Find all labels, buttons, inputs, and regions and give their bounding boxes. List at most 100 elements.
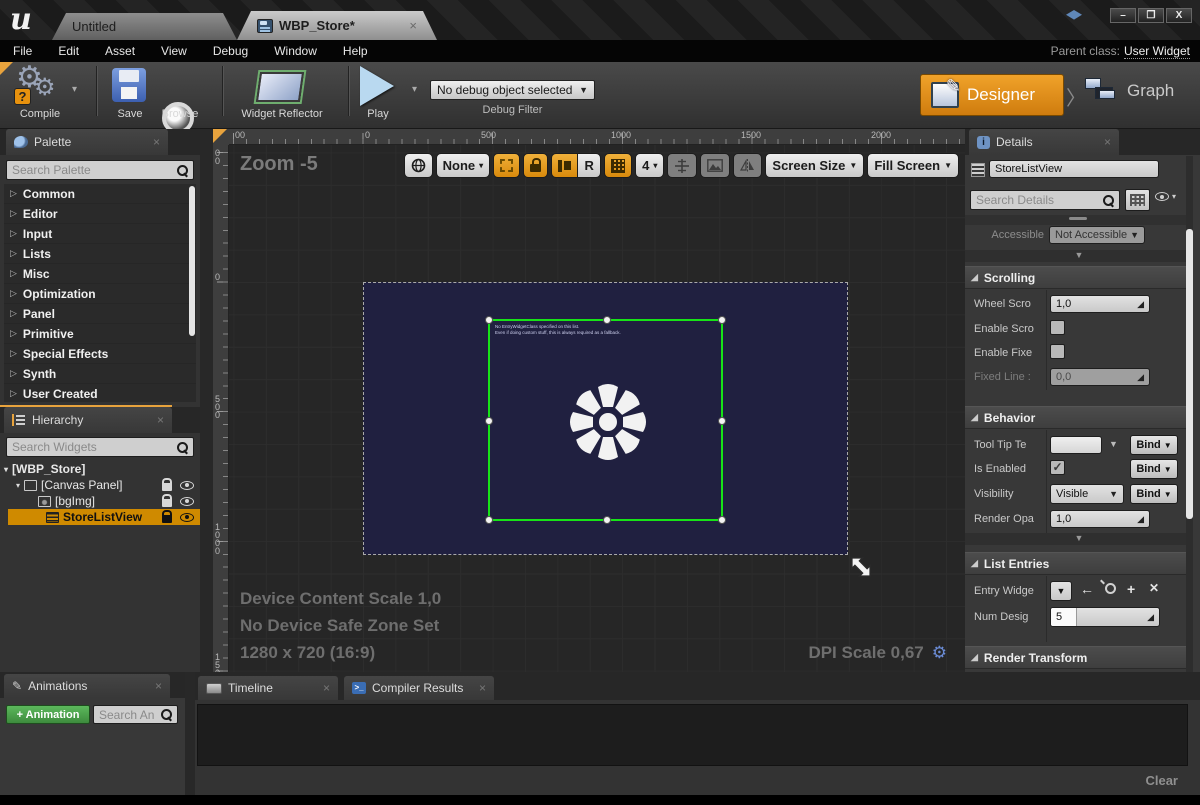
wheel-scroll-field[interactable]: 1,0◢ bbox=[1050, 295, 1150, 313]
eye-icon[interactable] bbox=[180, 513, 194, 522]
panel-splitter[interactable] bbox=[200, 129, 213, 672]
localization-preview-button[interactable] bbox=[404, 153, 433, 178]
close-icon[interactable]: × bbox=[157, 413, 164, 427]
category-splitter[interactable] bbox=[965, 215, 1193, 225]
grid-snapping-button[interactable] bbox=[604, 153, 632, 178]
tooltip-text-field[interactable] bbox=[1050, 436, 1102, 454]
close-icon[interactable]: × bbox=[479, 681, 486, 695]
design-surface[interactable]: Zoom -5 None▾ R 4▾ bbox=[229, 145, 965, 672]
compile-options-dropdown[interactable]: ▾ bbox=[72, 84, 77, 95]
close-icon[interactable]: × bbox=[153, 135, 160, 149]
clear-entry-icon[interactable]: ✕ bbox=[1149, 581, 1159, 595]
search-input[interactable] bbox=[976, 193, 1103, 207]
search-input[interactable] bbox=[12, 163, 177, 177]
advanced-expander[interactable]: ▼ bbox=[965, 250, 1193, 262]
compiler-log-area[interactable] bbox=[197, 704, 1188, 766]
details-scrollbar-thumb[interactable] bbox=[1186, 229, 1193, 519]
close-icon[interactable]: × bbox=[323, 681, 330, 695]
is-enabled-checkbox[interactable]: ✓ bbox=[1050, 460, 1065, 475]
resize-handle-sw[interactable] bbox=[485, 516, 493, 524]
widget-canvas[interactable]: No EntryWidgetClass specified on this li… bbox=[363, 282, 848, 555]
tab-details[interactable]: i Details × bbox=[969, 129, 1119, 155]
resize-handle-w[interactable] bbox=[485, 417, 493, 425]
resize-handle-nw[interactable] bbox=[485, 316, 493, 324]
storelistview-selection[interactable]: No EntryWidgetClass specified on this li… bbox=[488, 319, 723, 521]
resize-handle-s[interactable] bbox=[603, 516, 611, 524]
visibility-dropdown[interactable]: Visible▼ bbox=[1050, 484, 1124, 504]
render-opacity-field[interactable]: 1,0◢ bbox=[1050, 510, 1150, 528]
palette-category-misc[interactable]: ▷Misc bbox=[4, 264, 196, 284]
palette-category-input[interactable]: ▷Input bbox=[4, 224, 196, 244]
entry-widget-class-dropdown[interactable]: ▼ bbox=[1050, 581, 1072, 601]
close-icon[interactable]: × bbox=[1104, 135, 1111, 149]
debug-object-select[interactable]: No debug object selected ▼ bbox=[430, 80, 595, 100]
preview-background-button[interactable] bbox=[700, 153, 730, 178]
chevron-down-icon[interactable]: ▼ bbox=[1109, 439, 1118, 449]
lock-icon[interactable] bbox=[162, 483, 172, 491]
tree-row-storelistview-selected[interactable]: StoreListView bbox=[8, 509, 200, 525]
menu-asset[interactable]: Asset bbox=[92, 44, 148, 58]
palette-scrollbar[interactable] bbox=[189, 186, 195, 336]
save-button[interactable] bbox=[112, 68, 146, 102]
advanced-expander[interactable]: ▼ bbox=[965, 533, 1193, 545]
details-search[interactable] bbox=[970, 190, 1120, 210]
num-designer-spinbox[interactable]: 5 ◢ bbox=[1050, 607, 1160, 627]
palette-category-lists[interactable]: ▷Lists bbox=[4, 244, 196, 264]
accessible-dropdown[interactable]: Not Accessible▼ bbox=[1049, 226, 1145, 244]
menu-help[interactable]: Help bbox=[330, 44, 381, 58]
dpi-settings-gear-icon[interactable]: ⚙ bbox=[932, 643, 947, 663]
tab-timeline[interactable]: Timeline × bbox=[198, 676, 338, 700]
tab-compiler-results[interactable]: >_ Compiler Results × bbox=[344, 676, 494, 700]
property-matrix-button[interactable] bbox=[1125, 189, 1150, 211]
enable-fixed-checkbox[interactable] bbox=[1050, 344, 1065, 359]
animation-search[interactable] bbox=[93, 705, 178, 724]
tab-animations[interactable]: ✎ Animations × bbox=[4, 674, 170, 698]
tree-row-root[interactable]: ▾ [WBP_Store] bbox=[0, 461, 200, 477]
expander-icon[interactable]: ▾ bbox=[4, 465, 8, 474]
palette-category-common[interactable]: ▷Common bbox=[4, 184, 196, 204]
respect-locks-toggle[interactable]: R bbox=[577, 153, 601, 178]
lock-widgets-button[interactable] bbox=[523, 153, 548, 178]
tree-row-bgimg[interactable]: [bgImg] bbox=[0, 493, 200, 509]
eye-icon[interactable] bbox=[180, 497, 194, 506]
section-render-transform[interactable]: ◢Render Transform bbox=[965, 646, 1193, 669]
tab-hierarchy[interactable]: Hierarchy × bbox=[4, 407, 172, 433]
maximize-button[interactable]: ❐ bbox=[1138, 8, 1164, 23]
expander-icon[interactable]: ▾ bbox=[16, 481, 20, 490]
is-enabled-bind-button[interactable]: Bind▼ bbox=[1130, 459, 1178, 479]
menu-file[interactable]: File bbox=[0, 44, 45, 58]
tooltip-bind-button[interactable]: Bind▼ bbox=[1130, 435, 1178, 455]
hierarchy-search[interactable] bbox=[6, 437, 194, 457]
widget-name-field[interactable]: StoreListView bbox=[989, 160, 1159, 178]
tree-row-canvas-panel[interactable]: ▾ [Canvas Panel] bbox=[0, 477, 200, 493]
lock-icon[interactable] bbox=[162, 515, 172, 523]
close-icon[interactable]: × bbox=[155, 679, 162, 693]
fill-screen-select[interactable]: Fill Screen▼ bbox=[867, 153, 959, 178]
grid-size-select[interactable]: 4▾ bbox=[635, 153, 664, 178]
designer-mode-button[interactable]: Designer bbox=[920, 74, 1064, 116]
resize-handle-se[interactable] bbox=[718, 516, 726, 524]
view-options-button[interactable]: ▾ bbox=[1155, 192, 1176, 201]
menu-window[interactable]: Window bbox=[261, 44, 330, 58]
palette-category-user-created[interactable]: ▷User Created bbox=[4, 384, 196, 402]
resize-handle-ne[interactable] bbox=[718, 316, 726, 324]
flag-preview-select[interactable]: None▾ bbox=[436, 153, 491, 178]
clear-log-button[interactable]: Clear bbox=[1145, 773, 1178, 788]
play-options-dropdown[interactable]: ▾ bbox=[412, 84, 417, 95]
menu-view[interactable]: View bbox=[148, 44, 200, 58]
add-animation-button[interactable]: + Animation bbox=[6, 705, 90, 724]
menu-debug[interactable]: Debug bbox=[200, 44, 261, 58]
play-button[interactable] bbox=[360, 66, 394, 106]
section-scrolling[interactable]: ◢Scrolling bbox=[965, 266, 1193, 289]
section-list-entries[interactable]: ◢List Entries bbox=[965, 552, 1193, 575]
menu-edit[interactable]: Edit bbox=[45, 44, 92, 58]
widget-reflector-button[interactable] bbox=[256, 72, 304, 102]
palette-category-panel[interactable]: ▷Panel bbox=[4, 304, 196, 324]
add-entry-icon[interactable]: + bbox=[1127, 581, 1135, 597]
resize-handle-e[interactable] bbox=[718, 417, 726, 425]
document-tab-untitled[interactable]: Untitled bbox=[52, 13, 237, 40]
eye-icon[interactable] bbox=[180, 481, 194, 490]
palette-category-synth[interactable]: ▷Synth bbox=[4, 364, 196, 384]
search-input[interactable] bbox=[99, 708, 161, 722]
compile-button[interactable]: ⚙ ⚙ ? bbox=[16, 67, 64, 107]
